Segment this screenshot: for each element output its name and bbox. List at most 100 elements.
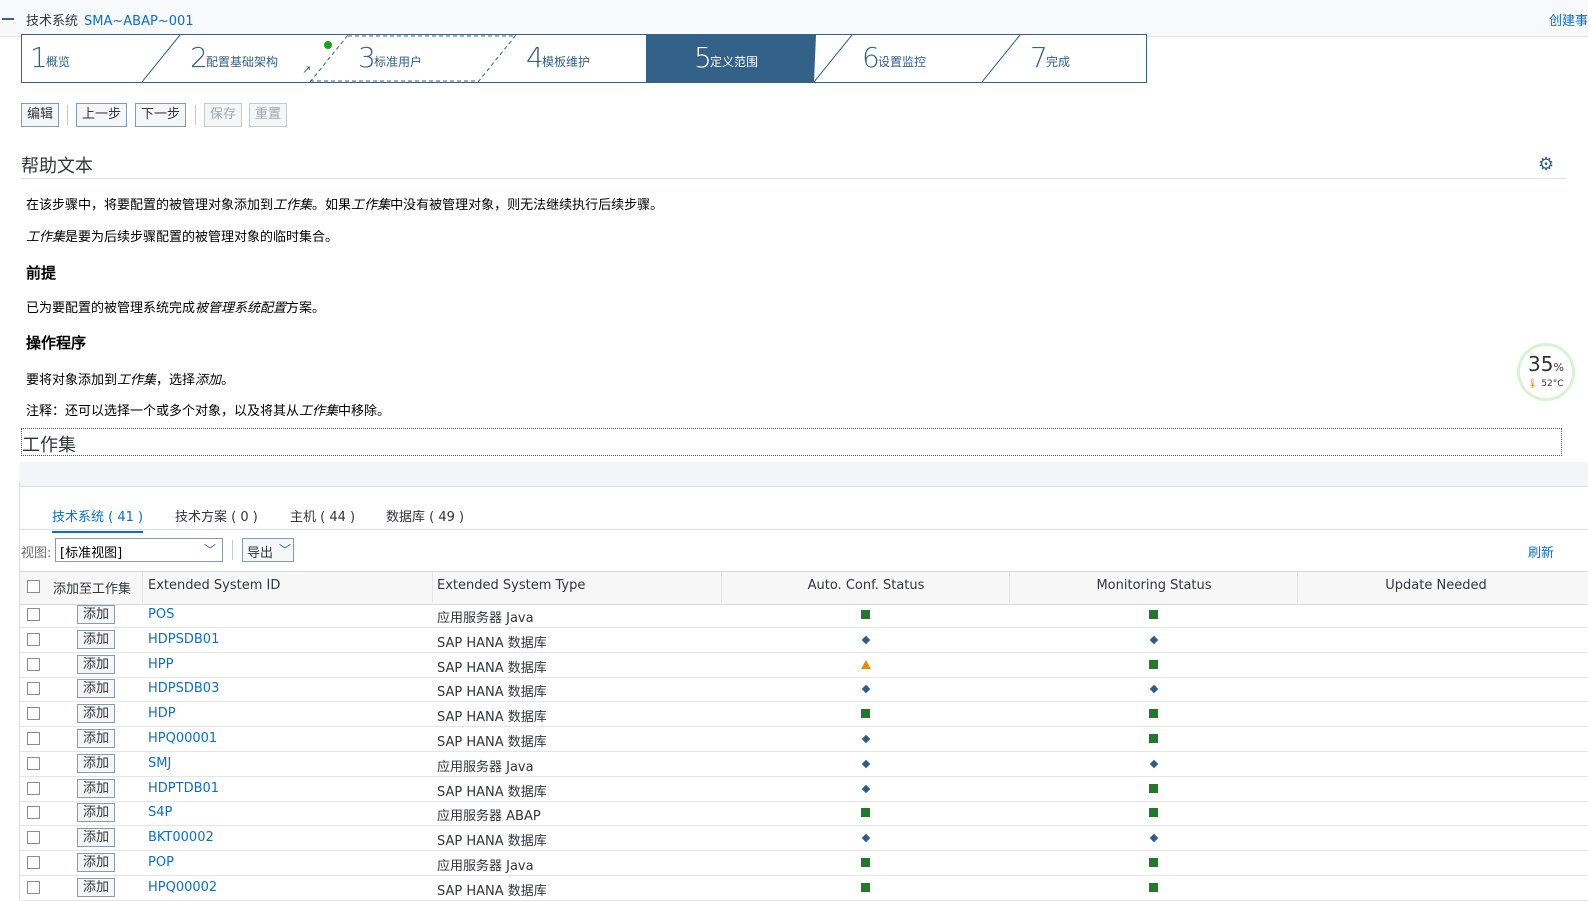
row-checkbox[interactable] xyxy=(27,707,40,721)
add-to-workset-button[interactable]: 添加 xyxy=(77,605,115,624)
square-status-icon xyxy=(1149,709,1158,719)
add-to-workset-button[interactable]: 添加 xyxy=(77,753,115,773)
roadmap-step-3[interactable]: 3 标准用户 xyxy=(350,35,490,82)
collapse-icon[interactable] xyxy=(2,18,14,20)
chevron-down-icon[interactable]: ﹀ xyxy=(204,541,216,558)
system-id-link[interactable]: HPP xyxy=(148,657,173,672)
add-to-workset-button[interactable]: 添加 xyxy=(77,704,115,724)
roadmap-step-4[interactable]: 4 模板维护 xyxy=(518,35,658,82)
monitoring-status xyxy=(1147,806,1161,820)
monitoring-status xyxy=(1147,856,1161,870)
system-type: SAP HANA 数据库 xyxy=(437,834,547,850)
square-status-icon xyxy=(1149,610,1158,619)
select-all-checkbox[interactable] xyxy=(27,580,40,593)
system-id-link[interactable]: BKT00002 xyxy=(148,830,214,845)
row-checkbox[interactable] xyxy=(27,781,40,795)
row-checkbox[interactable] xyxy=(27,806,40,820)
row-checkbox[interactable] xyxy=(27,856,40,869)
add-to-workset-button[interactable]: 添加 xyxy=(77,679,115,699)
monitoring-status xyxy=(1147,732,1161,746)
roadmap-step-1[interactable]: 1 概览 xyxy=(22,35,172,82)
system-type: SAP HANA 数据库 xyxy=(437,710,547,726)
row-checkbox[interactable] xyxy=(27,880,40,894)
system-id-link[interactable]: POP xyxy=(148,855,174,870)
add-to-workset-button[interactable]: 添加 xyxy=(77,778,115,798)
system-type: SAP HANA 数据库 xyxy=(437,735,547,750)
table-row[interactable]: 添加 POP 应用服务器 Java xyxy=(20,851,1588,876)
refresh-button[interactable]: 刷新 xyxy=(1528,542,1554,561)
create-link[interactable]: 创建事 xyxy=(1549,10,1588,29)
add-to-workset-button[interactable]: 添加 xyxy=(77,629,115,649)
system-id-link[interactable]: HDPTDB01 xyxy=(148,781,219,796)
table-row[interactable]: 添加 HPQ00001 SAP HANA 数据库 xyxy=(20,727,1588,752)
add-to-workset-button[interactable]: 添加 xyxy=(77,853,115,872)
add-to-workset-button[interactable]: 添加 xyxy=(77,803,115,823)
chevron-down-icon[interactable]: ﹀ xyxy=(279,541,291,558)
next-step-button[interactable]: 下一步 xyxy=(135,103,187,127)
row-checkbox[interactable] xyxy=(27,831,40,845)
system-id-link[interactable]: HPQ00001 xyxy=(148,731,217,746)
table-row[interactable]: 添加 HDPTDB01 SAP HANA 数据库 xyxy=(20,777,1588,802)
column-header-add: 添加至工作集 xyxy=(53,582,132,597)
roadmap-step-5[interactable]: 5 定义范围 xyxy=(686,35,806,82)
prev-step-button[interactable]: 上一步 xyxy=(76,103,128,127)
row-checkbox[interactable] xyxy=(27,732,40,745)
system-id-link[interactable]: HDPSDB01 xyxy=(148,632,219,647)
help-paragraph-4: 要将对象添加到工作集，选择添加。 xyxy=(26,373,235,388)
column-header-monitoring[interactable]: Monitoring Status xyxy=(1010,578,1298,593)
system-type: 应用服务器 ABAP xyxy=(437,809,541,825)
tab-technical-scenarios[interactable]: 技术方案 ( 0 ) xyxy=(175,506,258,531)
system-id-link[interactable]: S4P xyxy=(148,805,172,820)
monitoring-status xyxy=(1147,707,1161,721)
table-row[interactable]: 添加 POS 应用服务器 Java xyxy=(20,603,1588,628)
column-header-auto-conf[interactable]: Auto. Conf. Status xyxy=(722,578,1010,593)
monitoring-status xyxy=(1147,658,1161,672)
gear-icon[interactable]: ⚙ xyxy=(1538,154,1554,175)
column-separator xyxy=(142,572,143,603)
system-id-link[interactable]: SMJ xyxy=(148,756,171,771)
square-status-icon xyxy=(1149,808,1158,818)
row-checkbox[interactable] xyxy=(27,657,40,671)
view-select[interactable]: [标准视图] xyxy=(55,538,223,562)
workset-header[interactable] xyxy=(21,428,1562,456)
cpu-temperature: 🌡 52°C xyxy=(1527,379,1564,389)
table-row[interactable]: 添加 HPP SAP HANA 数据库 xyxy=(20,653,1588,678)
system-id-link[interactable]: HPQ00002 xyxy=(148,880,217,895)
row-checkbox[interactable] xyxy=(27,608,40,621)
table-row[interactable]: 添加 S4P 应用服务器 ABAP xyxy=(20,801,1588,827)
table-row[interactable]: 添加 SMJ 应用服务器 Java xyxy=(20,752,1588,777)
tab-hosts[interactable]: 主机 ( 44 ) xyxy=(290,506,355,531)
square-status-icon xyxy=(861,858,870,867)
table-row[interactable]: 添加 HDP SAP HANA 数据库 xyxy=(20,702,1588,728)
table-row[interactable]: 添加 HDPSDB01 SAP HANA 数据库 xyxy=(20,628,1588,653)
column-header-update-needed[interactable]: Update Needed xyxy=(1298,578,1574,593)
column-header-system-id[interactable]: Extended System ID xyxy=(148,578,280,593)
heading-prerequisites: 前提 xyxy=(26,264,57,282)
column-separator xyxy=(1297,572,1298,603)
column-header-system-type[interactable]: Extended System Type xyxy=(437,578,585,593)
roadmap-step-2[interactable]: 2 配置基础架构 ↗ xyxy=(182,35,332,82)
roadmap-step-7[interactable]: 7 完成 xyxy=(1022,35,1142,82)
table-row[interactable]: 添加 BKT00002 SAP HANA 数据库 xyxy=(20,826,1588,852)
header-system-link[interactable]: SMA~ABAP~001 xyxy=(84,14,194,29)
system-id-link[interactable]: HDPSDB03 xyxy=(148,681,219,696)
save-button[interactable]: 保存 xyxy=(204,103,243,127)
add-to-workset-button[interactable]: 添加 xyxy=(77,729,115,748)
add-to-workset-button[interactable]: 添加 xyxy=(77,877,115,897)
auto-conf-status xyxy=(859,682,873,696)
row-checkbox[interactable] xyxy=(27,756,40,770)
edit-button[interactable]: 编辑 xyxy=(21,103,60,127)
row-checkbox[interactable] xyxy=(27,682,40,696)
diamond-status-icon xyxy=(1149,685,1159,694)
table-row[interactable]: 添加 HPQ00002 SAP HANA 数据库 xyxy=(20,876,1588,901)
add-to-workset-button[interactable]: 添加 xyxy=(77,828,115,848)
add-to-workset-button[interactable]: 添加 xyxy=(77,654,115,674)
tab-databases[interactable]: 数据库 ( 49 ) xyxy=(386,506,464,531)
diamond-status-icon xyxy=(861,685,871,694)
reset-button[interactable]: 重置 xyxy=(249,103,288,127)
system-id-link[interactable]: POS xyxy=(148,607,174,622)
roadmap-step-6[interactable]: 6 设置监控 xyxy=(854,35,994,82)
system-id-link[interactable]: HDP xyxy=(148,706,176,721)
table-row[interactable]: 添加 HDPSDB03 SAP HANA 数据库 xyxy=(20,677,1588,703)
row-checkbox[interactable] xyxy=(27,632,40,646)
